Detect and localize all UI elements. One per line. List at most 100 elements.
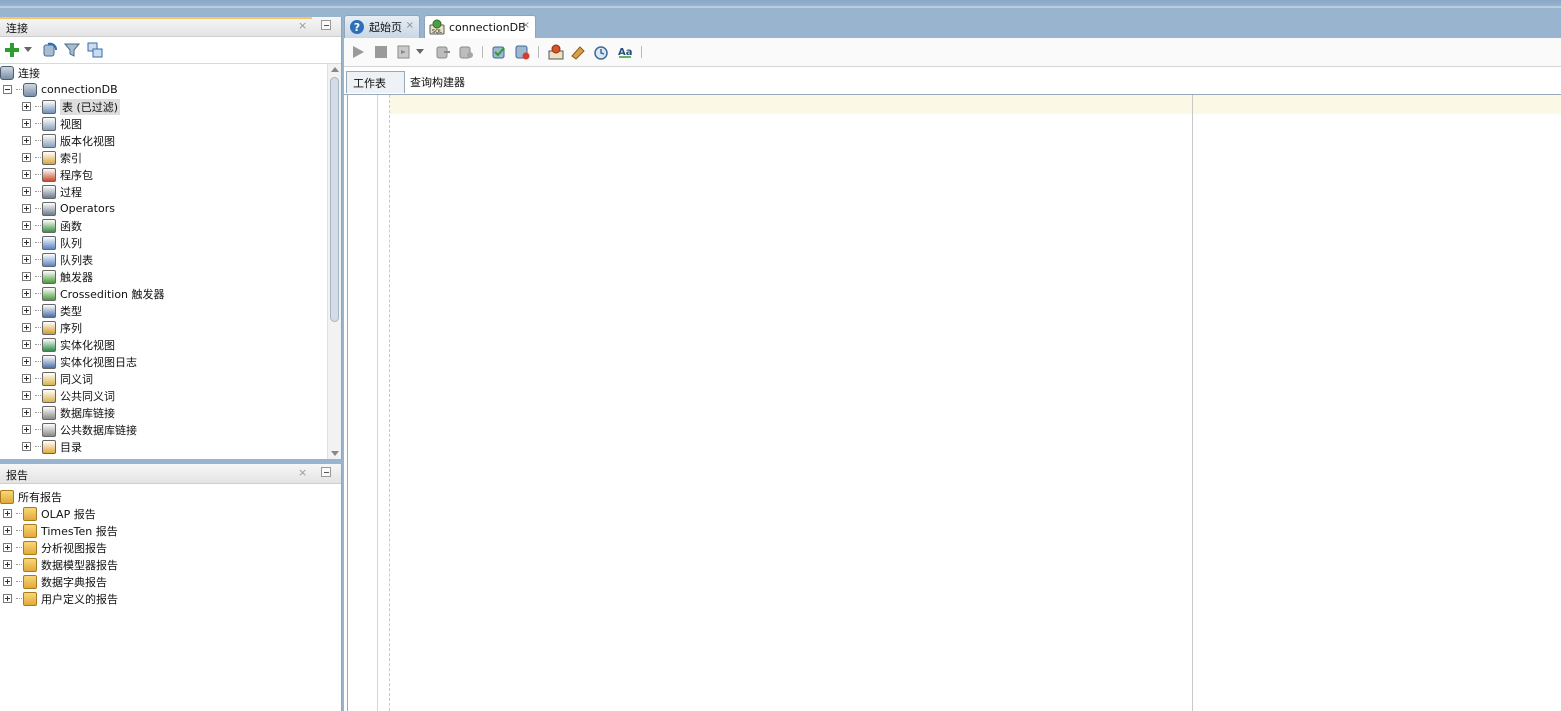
- expand-icon[interactable]: [22, 187, 31, 196]
- expand-icon[interactable]: [22, 323, 31, 332]
- expand-icon[interactable]: [22, 306, 31, 315]
- minimize-icon[interactable]: [321, 20, 331, 30]
- expand-icon[interactable]: [22, 442, 31, 451]
- tree-item[interactable]: Crossedition 触发器: [22, 285, 165, 302]
- stop-button[interactable]: [372, 43, 389, 60]
- table-icon: [42, 99, 56, 114]
- collapse-icon[interactable]: [3, 85, 12, 94]
- expand-icon[interactable]: [3, 543, 12, 552]
- autotrace-icon: [492, 46, 505, 58]
- expand-icon[interactable]: [22, 357, 31, 366]
- tree-item[interactable]: 类型: [22, 302, 82, 319]
- tree-item[interactable]: 序列: [22, 319, 82, 336]
- close-icon[interactable]: ×: [298, 19, 307, 32]
- expand-icon[interactable]: [22, 153, 31, 162]
- report-tree-item[interactable]: 用户定义的报告: [3, 590, 118, 607]
- expand-icon[interactable]: [3, 594, 12, 603]
- tree-item[interactable]: 表 (已过滤): [22, 98, 121, 115]
- tree-item[interactable]: 实体化视图日志: [22, 353, 137, 370]
- close-icon[interactable]: ×: [298, 466, 307, 479]
- expand-icon[interactable]: [22, 391, 31, 400]
- expand-icon[interactable]: [22, 221, 31, 230]
- tree-connection-node[interactable]: connectionDB: [3, 81, 118, 98]
- scrollbar-thumb[interactable]: [330, 77, 339, 322]
- tree-item[interactable]: 版本化视图: [22, 132, 115, 149]
- connections-scrollbar[interactable]: [327, 64, 341, 459]
- tree-item[interactable]: 程序包: [22, 166, 93, 183]
- report-tree-item[interactable]: TimesTen 报告: [3, 522, 118, 539]
- tree-root-all-reports[interactable]: 所有报告: [0, 488, 62, 505]
- tree-item[interactable]: 目录: [22, 438, 82, 455]
- editioned-view-icon: [42, 133, 56, 148]
- tab-worksheet[interactable]: 工作表: [346, 71, 405, 93]
- expand-icon[interactable]: [3, 577, 12, 586]
- sql-tuning-advisor-button[interactable]: [547, 43, 564, 60]
- tree-item[interactable]: 触发器: [22, 268, 93, 285]
- report-tree-item[interactable]: 数据模型器报告: [3, 556, 118, 573]
- expand-icon[interactable]: [22, 238, 31, 247]
- autotrace-button[interactable]: [490, 43, 507, 60]
- expand-icon[interactable]: [3, 560, 12, 569]
- tree-item[interactable]: 队列: [22, 234, 82, 251]
- expand-icon[interactable]: [22, 289, 31, 298]
- run-script-dropdown[interactable]: [415, 43, 425, 60]
- close-icon[interactable]: ×: [522, 20, 530, 31]
- minimize-icon[interactable]: [321, 467, 331, 477]
- rollback-button[interactable]: [457, 43, 474, 60]
- operator-icon: [42, 201, 56, 216]
- tab-connectiondb[interactable]: SQL connectionDB ×: [424, 15, 536, 38]
- expand-icon[interactable]: [22, 136, 31, 145]
- tree-item[interactable]: 数据库链接: [22, 404, 115, 421]
- add-connection-dropdown[interactable]: [23, 41, 33, 59]
- expand-icon[interactable]: [22, 119, 31, 128]
- tree-item[interactable]: 过程: [22, 183, 82, 200]
- tree-item[interactable]: 公共同义词: [22, 387, 115, 404]
- expand-icon[interactable]: [22, 340, 31, 349]
- report-tree-item[interactable]: 分析视图报告: [3, 539, 107, 556]
- report-tree-item[interactable]: 数据字典报告: [3, 573, 107, 590]
- clear-button[interactable]: [569, 43, 586, 60]
- tree-item[interactable]: 函数: [22, 217, 82, 234]
- tab-start-page[interactable]: ? 起始页 ×: [344, 15, 420, 38]
- reports-tree: 所有报告 OLAP 报告 TimesTen 报告 分析视图报告 数据模型器报告 数据字典…: [0, 486, 341, 711]
- tree-item[interactable]: 公共数据库链接: [22, 421, 137, 438]
- run-statement-button[interactable]: [349, 43, 366, 60]
- expand-icon[interactable]: [22, 408, 31, 417]
- tree-root-connections[interactable]: 连接: [0, 64, 40, 81]
- expand-icon[interactable]: [22, 102, 31, 111]
- tab-label: connectionDB: [449, 20, 526, 34]
- filter-button[interactable]: [63, 41, 81, 59]
- chevron-down-icon: [24, 47, 32, 52]
- close-icon[interactable]: ×: [406, 20, 414, 31]
- expand-icon[interactable]: [22, 425, 31, 434]
- refresh-button[interactable]: [41, 41, 59, 59]
- tab-query-builder[interactable]: 查询构建器: [404, 71, 471, 93]
- expand-icon[interactable]: [22, 255, 31, 264]
- tree-item[interactable]: Operators: [22, 200, 115, 217]
- expand-icon[interactable]: [22, 204, 31, 213]
- change-case-button[interactable]: Aa: [616, 43, 633, 60]
- explain-plan-button[interactable]: [513, 43, 530, 60]
- commit-button[interactable]: [434, 43, 451, 60]
- expand-icon[interactable]: [22, 272, 31, 281]
- sql-editor-area[interactable]: [344, 95, 1561, 711]
- connections-panel: 连接 × 连接 connectionDB 表 (已过滤) 视图版本化视图 索引 …: [0, 17, 342, 459]
- package-icon: [42, 167, 56, 182]
- tree-item[interactable]: 索引: [22, 149, 82, 166]
- expand-icon[interactable]: [3, 509, 12, 518]
- tree-item[interactable]: 队列表: [22, 251, 93, 268]
- tree-item[interactable]: 实体化视图: [22, 336, 115, 353]
- connections-icon: [0, 65, 14, 80]
- expand-icon[interactable]: [22, 170, 31, 179]
- queue-icon: [42, 235, 56, 250]
- run-script-button[interactable]: [395, 43, 412, 60]
- add-connection-button[interactable]: [3, 41, 21, 59]
- report-tree-item[interactable]: OLAP 报告: [3, 505, 96, 522]
- expand-icon[interactable]: [22, 374, 31, 383]
- schema-browser-button[interactable]: [86, 41, 104, 59]
- tree-item[interactable]: 同义词: [22, 370, 93, 387]
- expand-icon[interactable]: [3, 526, 12, 535]
- sql-history-button[interactable]: [592, 43, 609, 60]
- tree-item[interactable]: 视图: [22, 115, 82, 132]
- filter-icon: [64, 43, 80, 57]
